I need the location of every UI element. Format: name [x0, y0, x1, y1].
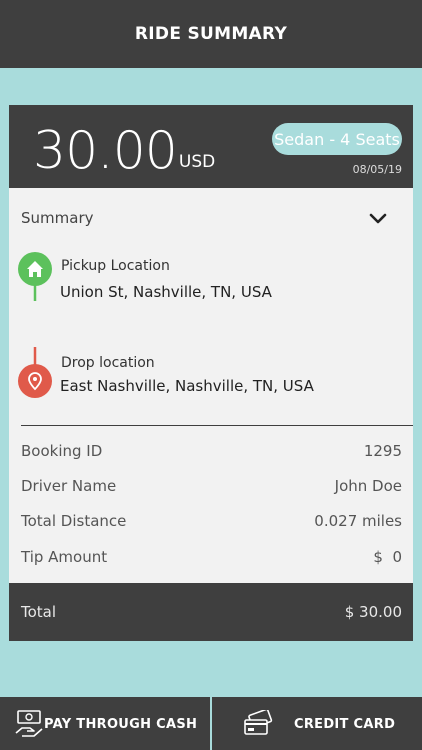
- fare-header: 30.00 USD Sedan - 4 Seats 08/05/19: [9, 105, 413, 188]
- detail-row-booking-id: Booking ID 1295: [21, 440, 402, 462]
- detail-label: Driver Name: [21, 477, 117, 495]
- detail-value: 0.027 miles: [314, 512, 402, 530]
- home-pin-icon: [16, 249, 54, 307]
- total-label: Total: [21, 603, 57, 621]
- detail-label: Tip Amount: [21, 548, 108, 566]
- fare-amount: 30.00: [33, 121, 178, 181]
- ride-date: 08/05/19: [352, 163, 402, 176]
- summary-label: Summary: [21, 209, 94, 227]
- detail-value: 1295: [363, 442, 402, 460]
- divider: [21, 425, 413, 426]
- credit-card-icon: [242, 708, 274, 742]
- detail-row-tip-amount: Tip Amount $ 0: [21, 546, 402, 568]
- total-value: $ 30.00: [344, 603, 402, 621]
- drop-label: Drop location: [61, 355, 155, 371]
- total-bar: Total $ 30.00: [9, 583, 413, 641]
- detail-row-total-distance: Total Distance 0.027 miles: [21, 510, 402, 532]
- detail-label: Total Distance: [21, 512, 127, 530]
- detail-value: John Doe: [334, 477, 402, 495]
- credit-card-label: CREDIT CARD: [294, 717, 396, 732]
- fare-amount-group: 30.00 USD: [33, 125, 215, 177]
- detail-value: $ 0: [373, 548, 402, 566]
- detail-label: Booking ID: [21, 442, 103, 460]
- pickup-address: Union St, Nashville, TN, USA: [60, 283, 272, 301]
- ride-summary-card: 30.00 USD Sedan - 4 Seats 08/05/19 Summa…: [9, 105, 413, 641]
- chevron-down-icon[interactable]: [369, 210, 387, 229]
- pickup-label: Pickup Location: [61, 258, 170, 274]
- page-title: RIDE SUMMARY: [134, 24, 288, 44]
- credit-card-button[interactable]: CREDIT CARD: [212, 697, 422, 750]
- detail-row-driver-name: Driver Name John Doe: [21, 475, 402, 497]
- payment-bar: PAY THROUGH CASH CREDIT CARD: [0, 697, 422, 750]
- top-bar: RIDE SUMMARY: [0, 0, 422, 68]
- location-pin-icon: [16, 345, 54, 405]
- fare-currency: USD: [178, 152, 216, 172]
- cash-hand-icon: [14, 709, 46, 743]
- drop-address: East Nashville, Nashville, TN, USA: [60, 377, 314, 395]
- summary-toggle[interactable]: Summary: [21, 208, 401, 230]
- vehicle-type-badge: Sedan - 4 Seats: [272, 123, 402, 155]
- pay-cash-button[interactable]: PAY THROUGH CASH: [0, 697, 211, 750]
- pay-cash-label: PAY THROUGH CASH: [44, 717, 198, 732]
